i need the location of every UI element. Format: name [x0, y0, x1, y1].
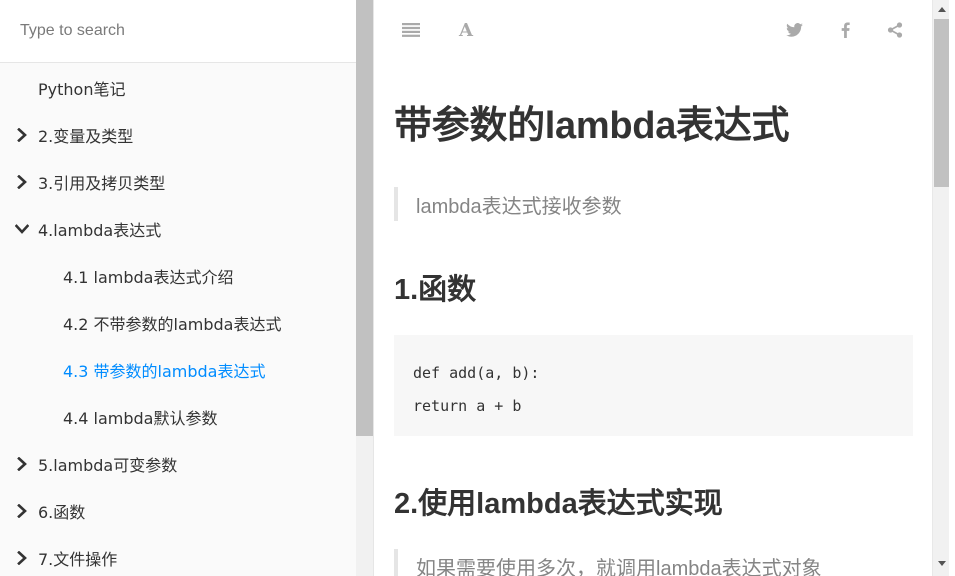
- sidebar-item[interactable]: 4.1 lambda表达式介绍: [0, 252, 356, 299]
- search-box: [0, 0, 356, 63]
- sidebar-item[interactable]: Python笔记: [0, 64, 356, 111]
- sidebar-item[interactable]: 7.文件操作: [0, 534, 356, 576]
- sidebar-item[interactable]: 4.lambda表达式: [0, 205, 356, 252]
- intro-blockquote: lambda表达式接收参数: [394, 187, 913, 221]
- sidebar-item-label: 5.lambda可变参数: [38, 455, 178, 475]
- sidebar-item-label: 3.引用及拷贝类型: [38, 173, 166, 193]
- font-settings-icon: A: [459, 19, 473, 41]
- main-content: A 带参数的lambda表达式 lambda表达式接收参数 1.函数 def a…: [374, 0, 932, 576]
- chevron-right-icon[interactable]: [14, 127, 30, 143]
- chevron-right-icon[interactable]: [14, 456, 30, 472]
- book-sidebar: Python笔记 2.变量及类型 3.引用及拷贝类型 4.lambda表达式 4.1 l…: [0, 0, 374, 576]
- triangle-up-icon: [937, 7, 946, 12]
- list-icon: [402, 23, 420, 37]
- chevron-right-icon[interactable]: [14, 503, 30, 519]
- sidebar-item[interactable]: 3.引用及拷贝类型: [0, 158, 356, 205]
- sidebar-item-label: 4.1 lambda表达式介绍: [63, 267, 234, 287]
- scroll-down-button[interactable]: [933, 555, 950, 572]
- code-block: def add(a, b): return a + b: [394, 335, 913, 436]
- sidebar-item[interactable]: 6.函数: [0, 487, 356, 534]
- section2-quote-text: 如果需要使用多次，就调用lambda表达式对象: [416, 557, 822, 576]
- table-of-contents: Python笔记 2.变量及类型 3.引用及拷贝类型 4.lambda表达式 4.1 l…: [0, 64, 356, 576]
- sidebar-item-label: 4.3 带参数的lambda表达式: [63, 361, 266, 381]
- share-button[interactable]: [883, 18, 907, 42]
- sidebar-item-label: 7.文件操作: [38, 549, 118, 569]
- sidebar-item-label: 2.变量及类型: [38, 126, 134, 146]
- sidebar-item[interactable]: 4.2 不带参数的lambda表达式: [0, 299, 356, 346]
- search-input[interactable]: [18, 21, 338, 41]
- page-title: 带参数的lambda表达式: [394, 105, 790, 147]
- share-icon: [887, 22, 903, 38]
- chevron-right-icon[interactable]: [14, 174, 30, 190]
- chevron-down-icon[interactable]: [14, 221, 30, 237]
- page-scrollbar[interactable]: [932, 0, 949, 576]
- sidebar-scrollbar-thumb[interactable]: [356, 0, 373, 436]
- sidebar-item-label: 6.函数: [38, 502, 86, 522]
- sidebar-item[interactable]: 5.lambda可变参数: [0, 440, 356, 487]
- facebook-share-button[interactable]: [833, 18, 857, 42]
- sidebar-item-label: 4.2 不带参数的lambda表达式: [63, 314, 282, 334]
- facebook-icon: [841, 22, 850, 38]
- chevron-right-icon[interactable]: [14, 550, 30, 566]
- sidebar-item[interactable]: 2.变量及类型: [0, 111, 356, 158]
- section2-blockquote: 如果需要使用多次，就调用lambda表达式对象: [394, 549, 913, 576]
- sidebar-item[interactable]: 4.3 带参数的lambda表达式: [0, 346, 356, 393]
- sidebar-item-label: Python笔记: [38, 79, 126, 99]
- sidebar-item[interactable]: 4.4 lambda默认参数: [0, 393, 356, 440]
- scroll-up-button[interactable]: [933, 1, 950, 18]
- section-heading-lambda: 2.使用lambda表达式实现: [394, 488, 723, 520]
- sidebar-scrollbar[interactable]: [356, 0, 373, 576]
- twitter-share-button[interactable]: [782, 18, 806, 42]
- toggle-sidebar-button[interactable]: [399, 18, 423, 42]
- page-scrollbar-thumb[interactable]: [934, 19, 949, 187]
- font-settings-button[interactable]: A: [454, 18, 478, 42]
- code-line: def add(a, b):: [413, 364, 540, 382]
- code-line: return a + b: [413, 397, 522, 415]
- sidebar-item-label: 4.lambda表达式: [38, 220, 162, 240]
- sidebar-item-label: 4.4 lambda默认参数: [63, 408, 218, 428]
- section-heading-function: 1.函数: [394, 274, 477, 306]
- intro-quote-text: lambda表达式接收参数: [416, 195, 622, 218]
- toolbar: A: [374, 0, 932, 62]
- triangle-down-icon: [937, 561, 946, 566]
- twitter-icon: [785, 23, 803, 37]
